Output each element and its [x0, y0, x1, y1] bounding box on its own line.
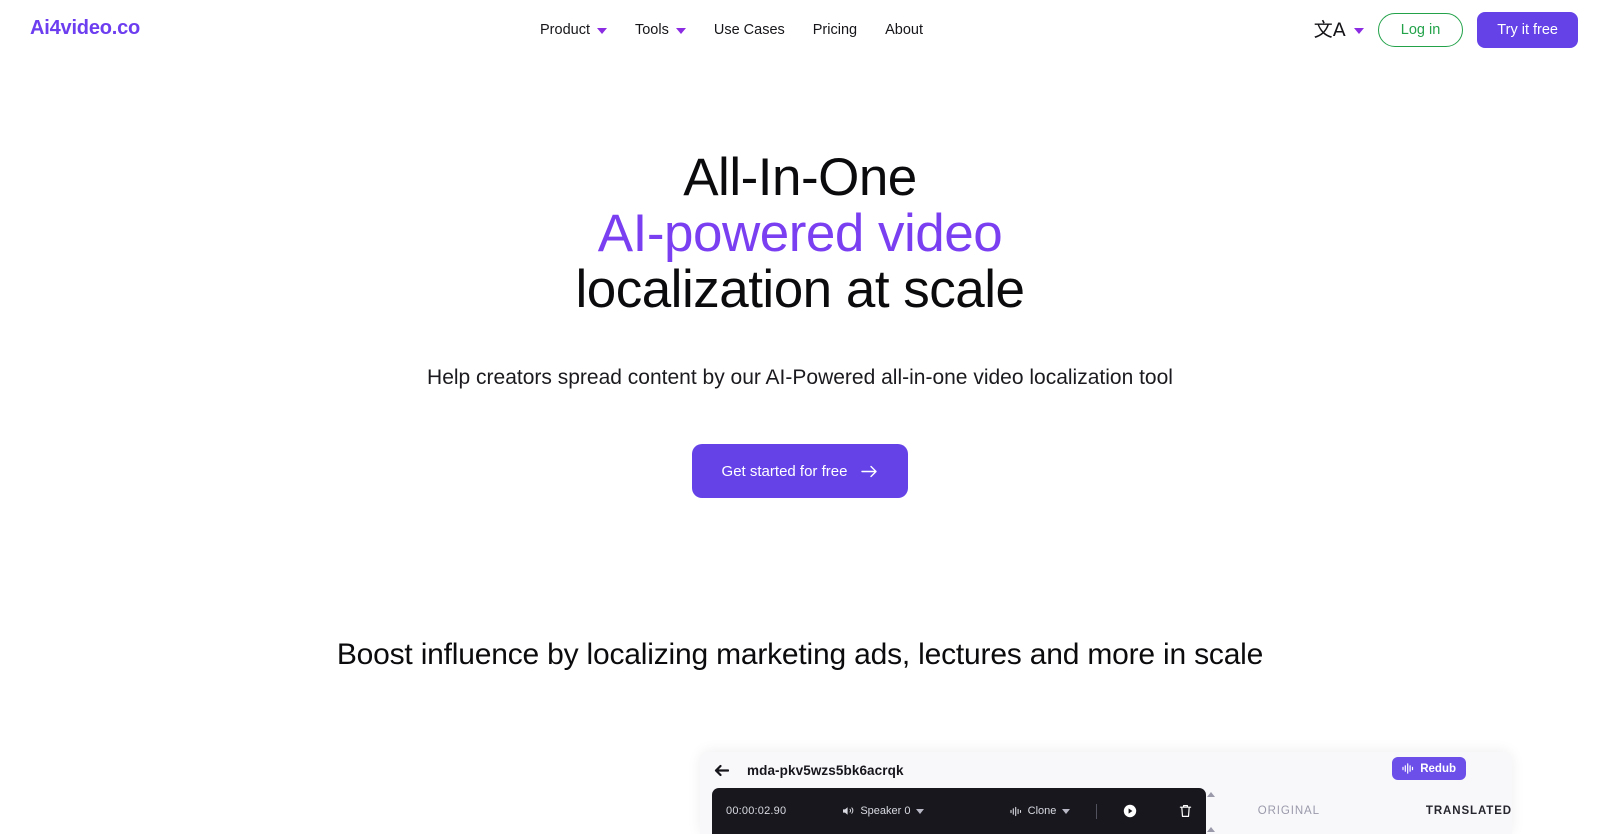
speaker-icon — [843, 807, 854, 815]
nav-item-use-cases[interactable]: Use Cases — [714, 23, 785, 38]
nav-item-pricing[interactable]: Pricing — [813, 23, 857, 38]
chevron-down-icon — [675, 28, 686, 34]
nav-item-label: Tools — [634, 21, 669, 38]
chevron-up-icon — [1207, 792, 1216, 797]
hero-subtitle: Help creators spread content by our AI-P… — [427, 365, 1173, 389]
chevron-up-icon — [1207, 827, 1216, 832]
translate-icon: 文A — [1313, 18, 1346, 41]
editor-topbar: mda-pkv5wzs5bk6acrqk Redub — [700, 752, 1512, 788]
header-actions: 文A Log in Try it free — [1314, 0, 1578, 60]
timeline-toolbar: 00:00:02.90 Speaker 0 Clone — [712, 788, 1207, 834]
chevron-down-icon — [1062, 808, 1071, 814]
back-arrow-icon[interactable] — [714, 764, 729, 777]
hero-line-3: localization at scale — [575, 260, 1025, 320]
nav-item-tools[interactable]: Tools — [635, 23, 686, 38]
speaker-label: Speaker 0 — [860, 805, 911, 817]
chevron-down-icon — [1353, 28, 1364, 34]
hero-line-1: All-In-One — [683, 148, 917, 207]
hero-line-2-accent: AI-powered video — [597, 204, 1003, 264]
voice-selector[interactable]: Clone — [1010, 805, 1071, 817]
nav-item-label: Pricing — [812, 21, 858, 38]
editor-project-title: mda-pkv5wzs5bk6acrqk — [747, 762, 904, 778]
site-header: Ai4video.co Product Tools Use Cases Pric… — [0, 0, 1600, 60]
column-header-original[interactable]: ORIGINAL — [1258, 805, 1320, 817]
column-header-translated[interactable]: TRANSLATED — [1426, 805, 1512, 817]
nav-item-about[interactable]: About — [885, 23, 923, 38]
chevron-down-icon — [596, 28, 607, 34]
toolbar-divider — [1096, 803, 1098, 819]
timeline-timecode: 00:00:02.90 — [726, 805, 787, 817]
nav-item-label: About — [885, 21, 923, 38]
login-button[interactable]: Log in — [1377, 13, 1464, 47]
editor-preview-panel: mda-pkv5wzs5bk6acrqk Redub 00:00:02.90 S… — [700, 752, 1512, 834]
page-title: All-In-One AI-powered video localization… — [0, 148, 1600, 320]
hero-section: All-In-One AI-powered video localization… — [0, 60, 1600, 499]
timeline-scroll-rail[interactable] — [1206, 788, 1216, 834]
nav-item-label: Use Cases — [713, 21, 785, 38]
voice-label: Clone — [1027, 805, 1057, 817]
nav-item-label: Product — [540, 21, 590, 38]
transcript-columns: ORIGINAL TRANSLATED — [1216, 788, 1512, 834]
redub-label: Redub — [1420, 762, 1456, 775]
play-circle-icon[interactable] — [1123, 804, 1137, 818]
waveform-icon — [1010, 806, 1021, 816]
section-heading: Boost influence by localizing marketing … — [336, 638, 1264, 672]
get-started-button[interactable]: Get started for free — [691, 444, 909, 499]
hero-cta-wrapper: Get started for free — [0, 444, 1600, 499]
main-navigation: Product Tools Use Cases Pricing About — [540, 0, 923, 60]
language-switcher[interactable]: 文A — [1313, 18, 1364, 41]
waveform-icon — [1402, 763, 1414, 774]
get-started-label: Get started for free — [721, 462, 848, 480]
redub-button[interactable]: Redub — [1392, 757, 1466, 780]
nav-item-product[interactable]: Product — [540, 23, 607, 38]
trash-icon[interactable] — [1179, 804, 1192, 818]
speaker-selector[interactable]: Speaker 0 — [842, 805, 925, 817]
chevron-down-icon — [916, 808, 925, 814]
arrow-right-icon — [861, 465, 878, 478]
site-logo[interactable]: Ai4video.co — [30, 17, 140, 40]
editor-body: 00:00:02.90 Speaker 0 Clone ORIGINAL TRA… — [700, 788, 1512, 834]
try-it-free-button[interactable]: Try it free — [1477, 12, 1578, 48]
